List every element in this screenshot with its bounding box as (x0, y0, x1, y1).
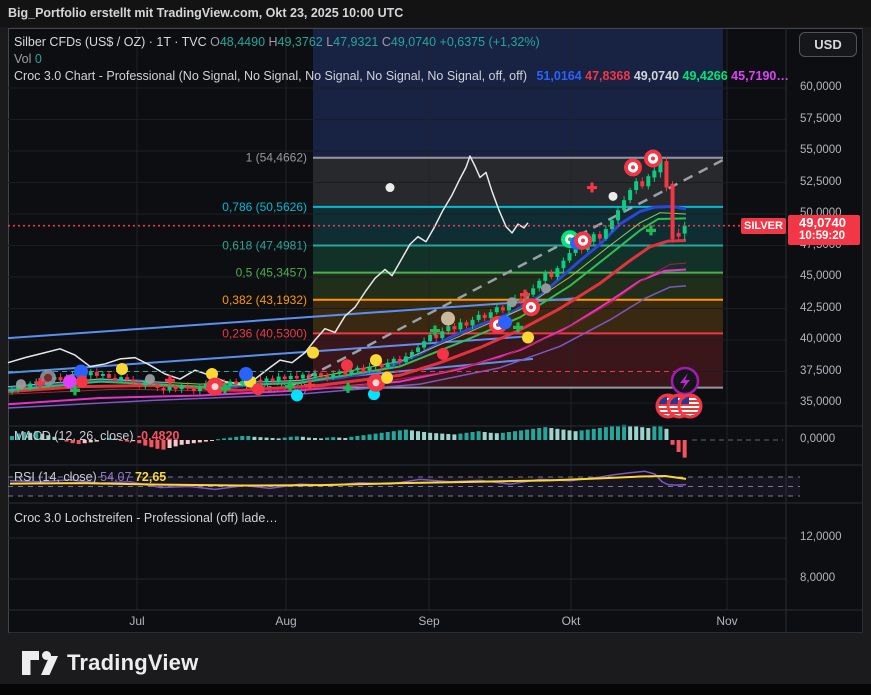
price-tick: 60,0000 (800, 81, 842, 93)
croc-lochstreifen-legend[interactable]: Croc 3.0 Lochstreifen - Professional (of… (14, 511, 278, 525)
macd-legend[interactable]: MACD (12, 26, close) -0,4820 (14, 429, 179, 443)
macd-value: -0,4820 (137, 429, 179, 443)
volume-label: Vol (14, 52, 31, 66)
month-label-okt: Okt (562, 614, 581, 628)
rsi-value-1: 54,07 (100, 470, 131, 484)
fib-level-label: 0,236 (40,5300) (222, 326, 307, 340)
close-value: 49,0740 (391, 35, 436, 49)
rsi-legend[interactable]: RSI (14, close) 54,07 72,65 (14, 470, 166, 484)
price-tick: 55,0000 (800, 144, 842, 156)
fib-level-label: 1 (54,4662) (246, 151, 307, 165)
tradingview-logo-icon (20, 648, 58, 678)
price-tick: 40,0000 (800, 333, 842, 345)
fib-level-label: 0,786 (50,5626) (222, 200, 307, 214)
rsi-value-2: 72,65 (135, 470, 166, 484)
tradingview-logo[interactable]: TradingView (20, 648, 198, 678)
price-tick: 0,0000 (800, 433, 835, 445)
silver-price-label: SILVER (741, 218, 786, 234)
fib-level-label: 0,382 (43,1932) (222, 293, 307, 307)
currency-toggle-button[interactable]: USD (799, 32, 857, 57)
symbol-legend-row[interactable]: Silber CFDs (US$ / OZ) · 1T · TVC O48,44… (14, 34, 789, 51)
month-label-sep: Sep (418, 614, 439, 628)
tradingview-logo-text: TradingView (67, 650, 198, 676)
last-price-value: 49,0740 (799, 215, 860, 230)
price-tick: 35,0000 (800, 396, 842, 408)
rsi-params: (14, close) (38, 470, 96, 484)
open-value: 48,4490 (220, 35, 265, 49)
croc-indicator-value: 49,4266 (683, 69, 732, 83)
croc-lochstreifen-title: Croc 3.0 Lochstreifen - Professional (of… (14, 511, 278, 525)
month-label-nov: Nov (716, 614, 737, 628)
croc-indicator-title: Croc 3.0 Chart - Professional (No Signal… (14, 69, 527, 83)
price-tick: 8,0000 (800, 572, 835, 584)
price-tick: 52,5000 (800, 176, 842, 188)
high-label: H (269, 35, 278, 49)
last-price-box[interactable]: 49,0740 10:59:20 (788, 215, 860, 245)
price-tick: 57,5000 (800, 113, 842, 125)
volume-value: 0 (35, 52, 42, 66)
bottom-strip (0, 684, 871, 695)
symbol-title[interactable]: Silber CFDs (US$ / OZ) · 1T · TVC (14, 35, 207, 49)
low-value: 47,9321 (333, 35, 378, 49)
close-label: C (382, 35, 391, 49)
bar-countdown: 10:59:20 (799, 230, 860, 243)
price-tick: 37,5000 (800, 365, 842, 377)
rsi-title: RSI (14, 470, 35, 484)
macd-params: (12, 26, close) (54, 429, 133, 443)
volume-legend-row[interactable]: Vol 0 (14, 51, 789, 68)
macd-title: MACD (14, 429, 51, 443)
chart-legend: Silber CFDs (US$ / OZ) · 1T · TVC O48,44… (14, 34, 789, 85)
price-tick: 12,0000 (800, 531, 842, 543)
price-tick: 42,5000 (800, 302, 842, 314)
month-label-jul: Jul (129, 614, 144, 628)
open-label: O (210, 35, 220, 49)
fib-level-label: 0,5 (45,3457) (236, 266, 307, 280)
croc-indicator-value: 47,8368 (585, 69, 634, 83)
croc-indicator-value: 51,0164 (536, 69, 585, 83)
croc-indicator-values: 51,0164 47,8368 49,0740 49,4266 45,7190… (536, 69, 788, 83)
croc-indicator-value: 45,7190… (731, 69, 789, 83)
fib-level-label: 0,618 (47,4981) (222, 239, 307, 253)
time-axis[interactable]: Jul Aug Sep Okt Nov (0, 614, 871, 634)
month-label-aug: Aug (275, 614, 296, 628)
croc-legend-row[interactable]: Croc 3.0 Chart - Professional (No Signal… (14, 68, 789, 85)
change-value: +0,6375 (+1,32%) (440, 35, 540, 49)
tradingview-window: Big_Portfolio erstellt mit TradingView.c… (0, 0, 871, 695)
croc-indicator-value: 49,0740 (634, 69, 683, 83)
price-tick: 45,0000 (800, 270, 842, 282)
high-value: 49,3762 (278, 35, 323, 49)
chart-canvas[interactable]: 1 (54,4662) 0,786 (50,5626) 0,618 (47,4981… (0, 0, 871, 695)
